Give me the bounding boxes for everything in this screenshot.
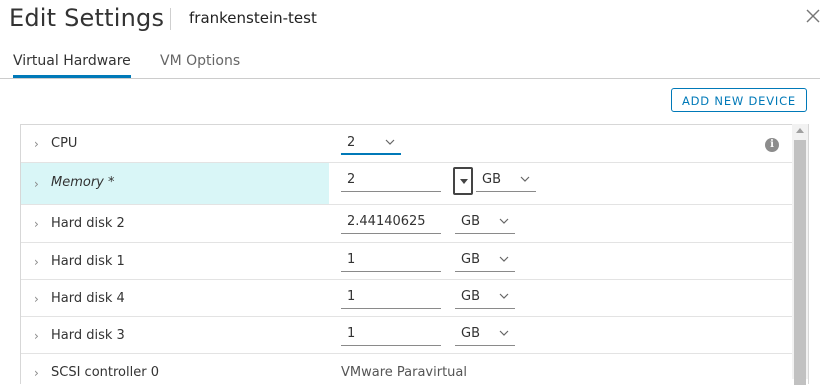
hard-disk-4-input[interactable]: 1: [341, 287, 441, 309]
tab-bar: Virtual Hardware VM Options: [0, 48, 820, 79]
hard-disk-1-unit: GB: [461, 252, 480, 267]
scrollbar[interactable]: [792, 124, 808, 385]
hard-disk-2-input[interactable]: 2.44140625: [341, 212, 441, 234]
hard-disk-1-unit-select[interactable]: GB: [455, 250, 515, 272]
chevron-down-icon: [385, 139, 395, 145]
hard-disk-4-unit-select[interactable]: GB: [455, 287, 515, 309]
hardware-row-hard-disk-2: › Hard disk 2 2.44140625 GB: [21, 205, 793, 243]
hard-disk-3-label: Hard disk 3: [51, 328, 125, 343]
hardware-row-memory: › Memory * 2 GB: [21, 163, 793, 205]
scsi-controller-0-value: VMware Paravirtual: [341, 365, 467, 380]
dialog-header: Edit Settings frankenstein-test: [0, 0, 830, 40]
chevron-right-icon[interactable]: ›: [34, 217, 44, 231]
memory-unit: GB: [482, 172, 501, 187]
add-new-device-button[interactable]: ADD NEW DEVICE: [671, 88, 807, 112]
caret-down-icon: [460, 179, 468, 184]
scroll-thumb[interactable]: [794, 140, 806, 385]
hard-disk-4-label: Hard disk 4: [51, 291, 125, 306]
cpu-value: 2: [347, 135, 356, 150]
chevron-down-icon: [499, 330, 509, 336]
memory-label: Memory *: [51, 175, 115, 190]
hard-disk-1-input[interactable]: 1: [341, 250, 441, 272]
close-button[interactable]: [804, 7, 822, 25]
vm-name: frankenstein-test: [189, 9, 317, 27]
chevron-right-icon[interactable]: ›: [34, 292, 44, 306]
hardware-list: › CPU 2 i › Memory * 2 GB › Hard disk 2 …: [20, 124, 809, 384]
memory-unit-select[interactable]: GB: [476, 170, 536, 192]
chevron-right-icon[interactable]: ›: [34, 255, 44, 269]
hard-disk-1-label: Hard disk 1: [51, 254, 125, 269]
dialog-title: Edit Settings: [9, 4, 165, 32]
tab-vm-options[interactable]: VM Options: [160, 53, 240, 75]
hard-disk-2-unit: GB: [461, 214, 480, 229]
scsi-controller-0-label: SCSI controller 0: [51, 365, 159, 380]
chevron-down-icon: [499, 256, 509, 262]
info-icon[interactable]: i: [765, 138, 779, 152]
hard-disk-3-input[interactable]: 1: [341, 324, 441, 346]
title-divider: [170, 8, 171, 30]
close-icon: [806, 9, 820, 23]
hardware-row-hard-disk-4: › Hard disk 4 1 GB: [21, 280, 793, 317]
hardware-row-hard-disk-3: › Hard disk 3 1 GB: [21, 317, 793, 354]
chevron-right-icon[interactable]: ›: [34, 177, 44, 191]
hard-disk-4-unit: GB: [461, 289, 480, 304]
cpu-label: CPU: [51, 136, 78, 151]
hardware-row-hard-disk-1: › Hard disk 1 1 GB: [21, 243, 793, 280]
hard-disk-3-unit: GB: [461, 326, 480, 341]
hardware-row-cpu: › CPU 2 i: [21, 125, 793, 163]
chevron-right-icon[interactable]: ›: [34, 329, 44, 343]
hard-disk-2-unit-select[interactable]: GB: [455, 212, 515, 234]
chevron-right-icon[interactable]: ›: [34, 137, 44, 151]
memory-input[interactable]: 2: [341, 170, 441, 192]
chevron-down-icon: [520, 176, 530, 182]
tab-virtual-hardware[interactable]: Virtual Hardware: [13, 53, 131, 78]
chevron-down-icon: [499, 293, 509, 299]
chevron-right-icon[interactable]: ›: [34, 366, 44, 380]
chevron-down-icon: [499, 218, 509, 224]
hard-disk-2-label: Hard disk 2: [51, 216, 125, 231]
scroll-up-arrow-icon[interactable]: [796, 128, 804, 133]
cpu-select[interactable]: 2: [341, 133, 401, 155]
hard-disk-3-unit-select[interactable]: GB: [455, 324, 515, 346]
hardware-row-scsi-controller-0: › SCSI controller 0 VMware Paravirtual: [21, 354, 793, 384]
memory-decrement-button[interactable]: [453, 167, 473, 195]
